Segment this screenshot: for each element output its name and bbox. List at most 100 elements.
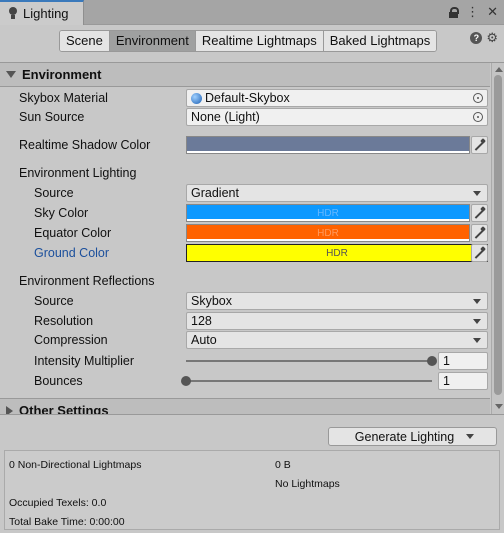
lightmap-stats-panel: 0 Non-Directional Lightmaps 0 B No Light… — [4, 450, 500, 530]
chevron-down-icon[interactable] — [466, 434, 474, 439]
generate-lighting-label: Generate Lighting — [354, 429, 455, 444]
compression-dropdown[interactable]: Auto — [186, 331, 488, 349]
total-bake-time-text: Total Bake Time: 0:00:00 — [9, 516, 125, 528]
chevron-down-icon — [473, 338, 481, 343]
ground-color-row: Ground Color HDR — [0, 243, 490, 263]
close-icon[interactable]: ✕ — [487, 4, 498, 20]
lighting-toolbar: Scene Environment Realtime Lightmaps Bak… — [0, 26, 504, 60]
intensity-multiplier-input[interactable]: 1 — [438, 352, 488, 370]
alpha-bar — [187, 219, 469, 221]
environment-section-header[interactable]: Environment — [0, 63, 490, 87]
tab-scene[interactable]: Scene — [60, 31, 110, 51]
alpha-bar — [187, 151, 469, 153]
non-directional-lightmaps-text: 0 Non-Directional Lightmaps — [9, 459, 142, 471]
window-controls: ⋮ ✕ — [449, 4, 498, 20]
window-tab-label: Lighting — [23, 6, 69, 21]
title-bar: Lighting ⋮ ✕ — [0, 0, 504, 25]
intensity-slider-track[interactable] — [186, 360, 432, 362]
environment-reflections-header: Environment Reflections — [19, 274, 155, 288]
hdr-badge: HDR — [317, 207, 339, 219]
equator-color-label: Equator Color — [34, 226, 112, 240]
environment-lighting-header: Environment Lighting — [19, 166, 137, 180]
lighting-source-dropdown[interactable]: Gradient — [186, 184, 488, 202]
skybox-material-row: Skybox Material Default-Skybox — [0, 88, 490, 108]
ground-color-label: Ground Color — [34, 246, 110, 260]
lock-icon[interactable] — [449, 6, 460, 18]
sky-color-field[interactable]: HDR — [186, 204, 470, 222]
resolution-label: Resolution — [34, 314, 94, 328]
material-sphere-icon — [191, 92, 202, 104]
tab-realtime-lightmaps[interactable]: Realtime Lightmaps — [195, 31, 324, 51]
realtime-shadow-color-label: Realtime Shadow Color — [19, 138, 151, 152]
toolbar-icons: ? ⚙ — [470, 31, 498, 44]
ground-color-field[interactable]: HDR — [186, 244, 488, 262]
intensity-multiplier-row: Intensity Multiplier 1 — [0, 351, 490, 371]
environment-header-label: Environment — [22, 67, 102, 82]
resolution-value: 128 — [191, 314, 212, 328]
lighting-source-row: Source Gradient — [0, 183, 490, 203]
equator-color-field[interactable]: HDR — [186, 224, 470, 242]
chevron-down-icon — [473, 191, 481, 196]
eyedropper-icon[interactable] — [471, 204, 488, 222]
lightmap-size-text: 0 B — [275, 459, 291, 471]
bounces-label: Bounces — [34, 374, 83, 388]
resolution-row: Resolution 128 — [0, 311, 490, 331]
gear-icon[interactable]: ⚙ — [486, 31, 498, 44]
bounces-input[interactable]: 1 — [438, 372, 488, 390]
eyedropper-icon[interactable] — [471, 244, 488, 262]
bounces-slider-knob[interactable] — [181, 376, 191, 386]
other-settings-label: Other Settings — [19, 403, 109, 414]
compression-row: Compression Auto — [0, 330, 490, 350]
skybox-material-value: Default-Skybox — [205, 91, 290, 105]
foldout-collapsed-icon — [6, 405, 13, 414]
scrollbar-thumb[interactable] — [494, 75, 502, 395]
reflection-source-dropdown[interactable]: Skybox — [186, 292, 488, 310]
intensity-multiplier-label: Intensity Multiplier — [34, 354, 135, 368]
reflection-source-row: Source Skybox — [0, 291, 490, 311]
skybox-material-field[interactable]: Default-Skybox — [186, 89, 488, 107]
chevron-down-icon — [473, 319, 481, 324]
scroll-down-arrow-icon[interactable] — [495, 404, 503, 409]
scroll-up-arrow-icon[interactable] — [495, 67, 503, 72]
reflection-source-value: Skybox — [191, 294, 232, 308]
lighting-source-value: Gradient — [191, 186, 239, 200]
chevron-down-icon — [473, 299, 481, 304]
generate-area: Generate Lighting — [0, 414, 504, 446]
sky-color-label: Sky Color — [34, 206, 89, 220]
occupied-texels-text: Occupied Texels: 0.0 — [9, 497, 107, 509]
realtime-shadow-color-field[interactable] — [186, 136, 470, 154]
skybox-material-label: Skybox Material — [19, 91, 108, 105]
bounces-row: Bounces 1 — [0, 371, 490, 391]
vertical-scrollbar[interactable] — [491, 63, 504, 414]
kebab-menu-icon[interactable]: ⋮ — [466, 4, 479, 20]
intensity-slider-knob[interactable] — [427, 356, 437, 366]
bounces-slider-track[interactable] — [186, 380, 432, 382]
lightbulb-icon — [8, 6, 18, 21]
compression-value: Auto — [191, 333, 217, 347]
help-icon[interactable]: ? — [470, 32, 483, 44]
realtime-shadow-color-row: Realtime Shadow Color — [0, 135, 490, 155]
alpha-bar — [187, 239, 469, 241]
environment-lighting-row: Environment Lighting — [0, 163, 490, 183]
sky-color-row: Sky Color HDR — [0, 203, 490, 223]
lighting-tabs: Scene Environment Realtime Lightmaps Bak… — [59, 30, 438, 52]
other-settings-header[interactable]: Other Settings — [0, 398, 490, 414]
lighting-window-tab[interactable]: Lighting — [0, 0, 84, 25]
foldout-expanded-icon — [6, 71, 16, 78]
hdr-badge: HDR — [317, 227, 339, 239]
tab-environment[interactable]: Environment — [109, 31, 196, 51]
resolution-dropdown[interactable]: 128 — [186, 312, 488, 330]
object-picker-icon[interactable] — [473, 112, 483, 122]
environment-reflections-row: Environment Reflections — [0, 271, 490, 291]
tab-baked-lightmaps[interactable]: Baked Lightmaps — [323, 31, 437, 51]
object-picker-icon[interactable] — [473, 93, 483, 103]
generate-lighting-button[interactable]: Generate Lighting — [328, 427, 497, 446]
eyedropper-icon[interactable] — [471, 136, 488, 154]
sun-source-value: None (Light) — [191, 110, 260, 124]
reflection-source-label: Source — [34, 294, 74, 308]
eyedropper-icon[interactable] — [471, 224, 488, 242]
sun-source-field[interactable]: None (Light) — [186, 108, 488, 126]
environment-panel: Environment Skybox Material Default-Skyb… — [0, 62, 504, 414]
equator-color-row: Equator Color HDR — [0, 223, 490, 243]
hdr-badge: HDR — [326, 247, 348, 259]
